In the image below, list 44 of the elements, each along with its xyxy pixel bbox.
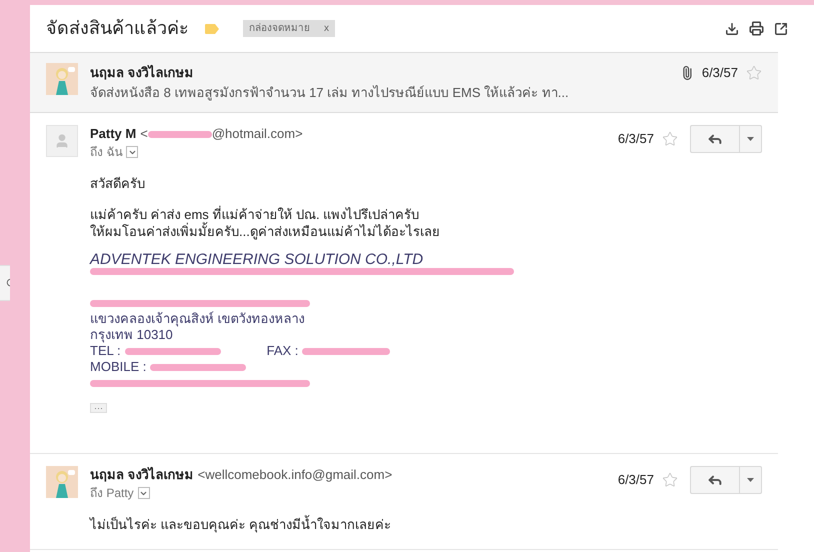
show-trimmed-button[interactable]: ···: [90, 403, 107, 413]
message-text: แม่ค้าครับ ค่าส่ง ems ที่แม่ค้าจ่ายให้ ปณ. แพงไปรึเปล่าครับ: [90, 206, 420, 222]
details-dropdown[interactable]: [138, 487, 150, 499]
recipient-text: ถึง ฉัน: [90, 144, 122, 161]
sender-name: นฤมล จงวิไลเกษม: [90, 466, 194, 484]
recipient-text: ถึง Patty: [90, 485, 134, 502]
star-icon[interactable]: [746, 65, 762, 81]
message-text: ไม่เป็นไรค่ะ และขอบคุณค่ะ คุณช่างมีน้ำใจมากเลยค่ะ: [90, 516, 392, 533]
signature-label: TEL :: [90, 343, 121, 359]
thread-subject: จัดส่งสินค้าแล้วค่ะ: [46, 17, 189, 40]
company-name: ADVENTEK ENGINEERING SOLUTION CO.,LTD: [90, 252, 424, 268]
collapsed-message[interactable]: นฤมล จงวิไลเกษม 6/3/57 จัดส่งหนังสือ 8 เทพอสูรมังกรฟ้าจำนวน 17 เล่ม ทางไปรษณีย์แบบ EMS ให้แล้วค่ะ ทา...: [30, 52, 778, 113]
signature-text: แขวงคลองเจ้าคุณสิงห์ เขตวังทองหลาง: [90, 311, 306, 327]
caret-icon: [747, 478, 754, 482]
signature-label: MOBILE :: [90, 359, 146, 375]
message-date: 6/3/57: [618, 471, 654, 490]
reply-button[interactable]: [690, 466, 740, 494]
signature-label: FAX :: [266, 343, 298, 359]
sender-name: Patty M: [90, 125, 136, 144]
sender-email: <wellcomebook.info@gmail.com>: [198, 466, 392, 484]
print-icon[interactable]: [749, 21, 764, 36]
message-snippet: จัดส่งหนังสือ 8 เทพอสูรมังกรฟ้าจำนวน 17 เล่ม ทางไปรษณีย์แบบ EMS ให้แล้วค่ะ ทา...: [90, 84, 570, 102]
star-icon[interactable]: [662, 131, 678, 147]
star-icon[interactable]: [662, 472, 678, 488]
details-dropdown[interactable]: [126, 146, 138, 158]
more-button[interactable]: [740, 466, 762, 494]
label-icon: [205, 24, 219, 34]
more-button[interactable]: [740, 125, 762, 153]
signature-text: กรุงเทพ 10310: [90, 327, 174, 343]
remove-label-button[interactable]: x: [324, 21, 329, 36]
caret-icon: [747, 137, 754, 141]
reply-button[interactable]: [690, 125, 740, 153]
download-icon[interactable]: [725, 22, 739, 36]
message-text: สวัสดีครับ: [90, 175, 146, 192]
sender-email: <: [140, 125, 148, 144]
avatar-icon: [46, 125, 78, 157]
sender-name: นฤมล จงวิไลเกษม: [90, 64, 194, 82]
message-text: ให้ผมโอนค่าส่งเพิ่มมั้ยครับ...ดูค่าส่งเหมือนแม่ค้าไม่ได้อะไรเลย: [90, 223, 441, 240]
message-date: 6/3/57: [618, 130, 654, 148]
label-text: กล่องจดหมาย: [249, 22, 310, 36]
message-date: 6/3/57: [702, 64, 738, 82]
sender-email: @hotmail.com>: [212, 125, 303, 144]
new-window-icon[interactable]: [774, 22, 788, 36]
search-button[interactable]: [0, 265, 10, 301]
